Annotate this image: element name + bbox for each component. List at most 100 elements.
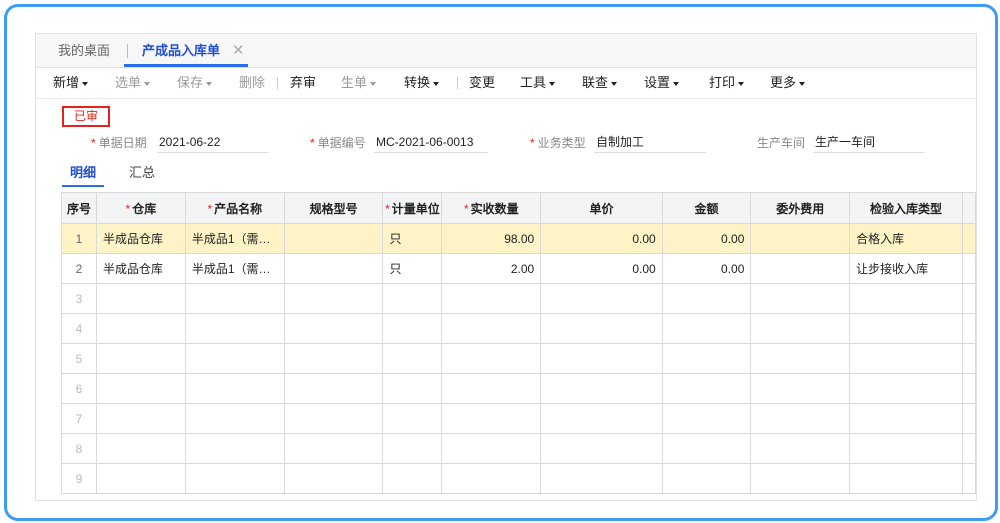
empty-cell[interactable] <box>961 373 976 404</box>
empty-cell[interactable] <box>750 463 851 494</box>
empty-cell[interactable] <box>184 373 285 404</box>
table-row[interactable]: 3 <box>61 283 976 314</box>
subtab-detail[interactable]: 明细 <box>61 161 105 187</box>
tab-home[interactable]: 我的桌面 <box>58 34 110 67</box>
empty-cell[interactable] <box>441 313 542 344</box>
toolbar-link-query-button[interactable]: 联查 <box>582 68 618 98</box>
empty-cell[interactable] <box>661 403 752 434</box>
column-header[interactable]: 委外费用 <box>750 192 851 224</box>
empty-cell[interactable] <box>283 433 384 464</box>
empty-cell[interactable] <box>540 403 663 434</box>
empty-cell[interactable] <box>750 433 851 464</box>
cell-spec[interactable] <box>283 223 384 254</box>
table-row[interactable]: 5 <box>61 343 976 374</box>
empty-cell[interactable] <box>961 433 976 464</box>
empty-cell[interactable] <box>184 313 285 344</box>
cell-unit[interactable]: 只 <box>382 253 443 284</box>
empty-cell[interactable] <box>750 373 851 404</box>
column-header[interactable]: 规格型号 <box>283 192 384 224</box>
empty-cell[interactable] <box>441 283 542 314</box>
column-header[interactable]: 金额 <box>661 192 752 224</box>
cell-inspect[interactable]: 让步接收入库 <box>849 253 963 284</box>
empty-cell[interactable] <box>184 403 285 434</box>
empty-cell[interactable] <box>661 433 752 464</box>
toolbar-change-button[interactable]: 变更 <box>469 68 495 98</box>
doc-date-field[interactable]: 2021-06-22 <box>157 132 269 153</box>
empty-cell[interactable] <box>661 463 752 494</box>
empty-cell[interactable] <box>540 433 663 464</box>
toolbar-select-button[interactable]: 选单 <box>115 68 151 98</box>
empty-cell[interactable] <box>283 283 384 314</box>
empty-cell[interactable] <box>382 433 443 464</box>
subtab-summary[interactable]: 汇总 <box>129 161 155 185</box>
biz-type-field[interactable]: 自制加工 <box>594 132 706 153</box>
empty-cell[interactable] <box>441 343 542 374</box>
empty-cell[interactable] <box>441 403 542 434</box>
empty-cell[interactable] <box>441 433 542 464</box>
empty-cell[interactable] <box>540 373 663 404</box>
column-header[interactable]: * 实收数量 <box>441 192 542 224</box>
cell-outsource[interactable] <box>750 253 851 284</box>
empty-cell[interactable] <box>849 313 963 344</box>
toolbar-delete-button[interactable]: 删除 <box>239 68 265 98</box>
empty-cell[interactable] <box>184 283 285 314</box>
empty-cell[interactable] <box>441 463 542 494</box>
empty-cell[interactable] <box>382 313 443 344</box>
column-header[interactable]: * 仓库 <box>95 192 186 224</box>
empty-cell[interactable] <box>961 463 976 494</box>
toolbar-save-button[interactable]: 保存 <box>177 68 213 98</box>
empty-cell[interactable] <box>382 343 443 374</box>
cell-price[interactable]: 0.00 <box>540 223 663 254</box>
cell-qty[interactable]: 98.00 <box>441 223 542 254</box>
cell-unit[interactable]: 只 <box>382 223 443 254</box>
empty-cell[interactable] <box>95 403 186 434</box>
table-row[interactable]: 7 <box>61 403 976 434</box>
empty-cell[interactable] <box>849 343 963 374</box>
empty-cell[interactable] <box>95 463 186 494</box>
column-header[interactable]: 序号 <box>61 192 97 224</box>
table-row[interactable]: 6 <box>61 373 976 404</box>
toolbar-more-button[interactable]: 更多 <box>770 68 806 98</box>
cell-spec[interactable] <box>283 253 384 284</box>
cell-idx[interactable]: 2 <box>61 253 97 284</box>
column-header[interactable]: 单价 <box>540 192 663 224</box>
empty-cell[interactable] <box>283 463 384 494</box>
empty-cell[interactable] <box>95 373 186 404</box>
empty-cell[interactable] <box>540 313 663 344</box>
empty-cell[interactable] <box>540 343 663 374</box>
empty-cell[interactable] <box>95 433 186 464</box>
empty-cell[interactable] <box>750 313 851 344</box>
empty-cell[interactable] <box>382 403 443 434</box>
empty-cell[interactable] <box>283 313 384 344</box>
toolbar-new-button[interactable]: 新增 <box>53 68 89 98</box>
workshop-field[interactable]: 生产一车间 <box>813 132 925 153</box>
empty-cell[interactable] <box>849 463 963 494</box>
empty-cell[interactable] <box>283 373 384 404</box>
table-row[interactable]: 2 半成品仓库 半成品1（需… 只 2.00 0.00 0.00 让步接收入库 <box>61 253 976 284</box>
empty-cell[interactable] <box>184 343 285 374</box>
empty-cell[interactable] <box>540 463 663 494</box>
empty-cell[interactable] <box>540 283 663 314</box>
close-tab-icon[interactable]: ✕ <box>232 34 245 67</box>
empty-cell[interactable] <box>750 283 851 314</box>
empty-cell[interactable] <box>849 433 963 464</box>
cell-warehouse[interactable]: 半成品仓库 <box>95 223 186 254</box>
cell-idx[interactable]: 1 <box>61 223 97 254</box>
table-row[interactable]: 4 <box>61 313 976 344</box>
empty-cell[interactable] <box>382 373 443 404</box>
cell-inspect[interactable]: 合格入库 <box>849 223 963 254</box>
empty-cell[interactable] <box>95 313 186 344</box>
column-header[interactable]: 检验入库类型 <box>849 192 963 224</box>
toolbar-convert-button[interactable]: 转换 <box>404 68 440 98</box>
empty-cell[interactable] <box>382 283 443 314</box>
column-header[interactable]: * 计量单位 <box>382 192 443 224</box>
cell-product[interactable]: 半成品1（需… <box>184 223 285 254</box>
empty-cell[interactable] <box>184 463 285 494</box>
empty-cell[interactable] <box>661 283 752 314</box>
empty-cell[interactable] <box>95 343 186 374</box>
cell-price[interactable]: 0.00 <box>540 253 663 284</box>
column-header[interactable]: * 产品名称 <box>184 192 285 224</box>
empty-cell[interactable] <box>661 373 752 404</box>
empty-cell[interactable] <box>961 283 976 314</box>
cell-qty[interactable]: 2.00 <box>441 253 542 284</box>
